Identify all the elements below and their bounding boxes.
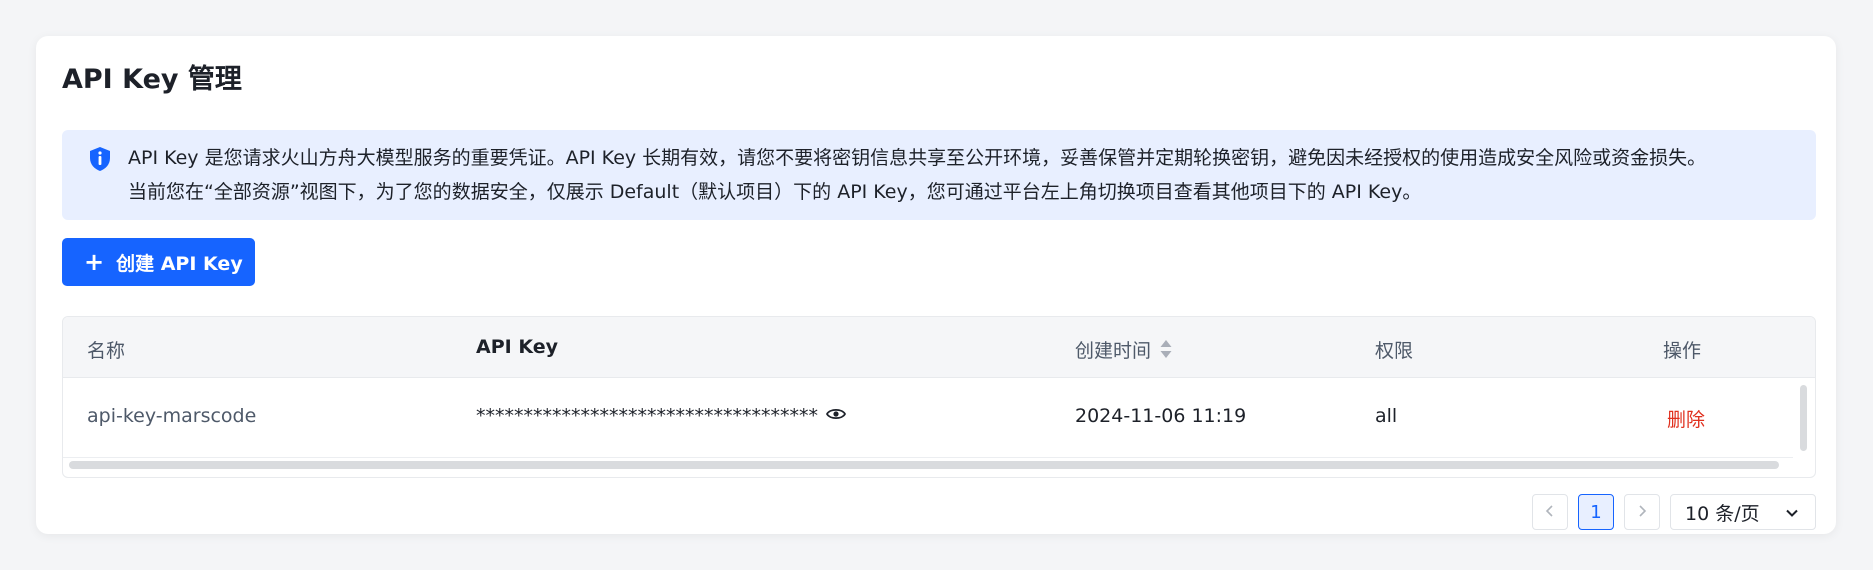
horizontal-scrollbar[interactable] [69, 461, 1779, 469]
vertical-scrollbar[interactable] [1800, 385, 1807, 451]
sort-icon[interactable] [1159, 338, 1173, 365]
page-size-value: 10 条/页 [1685, 502, 1760, 525]
api-key-table: 名称 API Key 创建时间 权限 操作 api-key-marscode *… [62, 316, 1816, 478]
api-key-card: API Key 管理 API Key 是您请求火山方舟大模型服务的重要凭证。AP… [36, 36, 1836, 534]
prev-page-button[interactable] [1532, 494, 1568, 530]
created-time-label: 创建时间 [1075, 340, 1152, 362]
page-title: API Key 管理 [62, 64, 242, 95]
column-header-api-key: API Key [476, 336, 558, 358]
cell-permission: all [1375, 405, 1398, 427]
delete-link[interactable]: 删除 [1667, 405, 1705, 432]
page-size-select[interactable]: 10 条/页 [1670, 494, 1816, 530]
next-page-button[interactable] [1624, 494, 1660, 530]
column-header-name: 名称 [87, 340, 126, 362]
column-header-permission: 权限 [1375, 340, 1414, 362]
column-header-created-time[interactable]: 创建时间 [1075, 336, 1173, 365]
alert-text-line-2: 当前您在“全部资源”视图下，为了您的数据安全，仅展示 Default（默认项目）… [128, 181, 1422, 203]
page-button-1[interactable]: 1 [1578, 494, 1614, 530]
create-api-key-button[interactable]: + 创建 API Key [62, 238, 255, 286]
cell-name: api-key-marscode [87, 405, 257, 427]
alert-text-line-1: API Key 是您请求火山方舟大模型服务的重要凭证。API Key 长期有效，… [128, 147, 1707, 169]
masked-api-key: ************************************ [476, 405, 818, 427]
chevron-right-icon [1637, 502, 1647, 523]
eye-icon[interactable] [825, 404, 847, 426]
chevron-left-icon [1545, 502, 1555, 523]
table-header: 名称 API Key 创建时间 权限 操作 [63, 317, 1815, 378]
chevron-down-icon [1785, 501, 1799, 523]
shield-info-icon [88, 146, 112, 172]
create-api-key-label: 创建 API Key [116, 252, 243, 275]
cell-created-time: 2024-11-06 11:19 [1075, 405, 1247, 427]
plus-icon: + [84, 248, 105, 276]
cell-api-key: ************************************ [476, 404, 847, 427]
info-alert: API Key 是您请求火山方舟大模型服务的重要凭证。API Key 长期有效，… [62, 130, 1816, 220]
table-row: api-key-marscode ***********************… [63, 378, 1793, 458]
column-header-actions: 操作 [1663, 340, 1702, 362]
